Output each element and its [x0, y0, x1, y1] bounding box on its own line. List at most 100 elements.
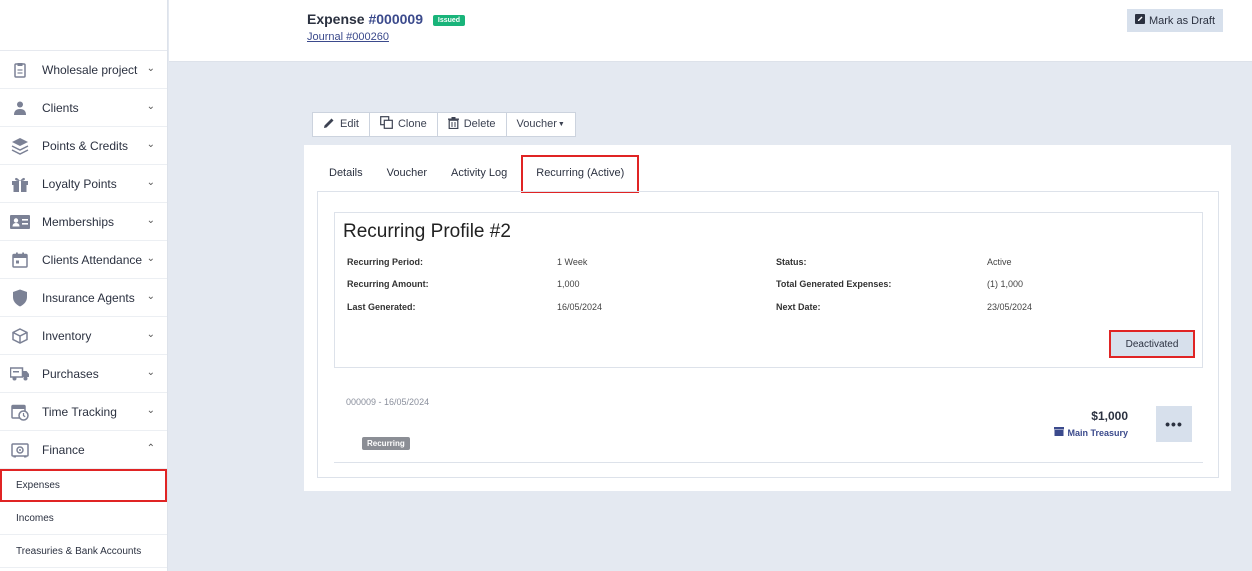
tab-voucher[interactable]: Voucher — [375, 155, 439, 193]
sidebar-subitem-incomes[interactable]: Incomes — [0, 502, 167, 535]
box-icon — [10, 326, 30, 346]
delete-label: Delete — [463, 118, 496, 130]
sidebar-item-finance[interactable]: Finance ⌃ — [0, 431, 167, 469]
sidebar-item-purchases[interactable]: Purchases ⌄ — [0, 355, 167, 393]
chevron-up-icon: ⌃ — [146, 443, 155, 454]
sidebar-item-loyalty-points[interactable]: Loyalty Points ⌄ — [0, 165, 167, 203]
mark-as-draft-button[interactable]: Mark as Draft — [1126, 9, 1223, 32]
voucher-label: Voucher — [516, 118, 557, 130]
sidebar-top — [0, 0, 167, 51]
expense-card: Edit Clone Delete Voucher ▼ Details Vouc… — [304, 103, 1231, 491]
clone-icon — [380, 116, 393, 132]
sidebar-item-label: Clients — [42, 100, 79, 115]
status-label: Status: — [776, 257, 807, 267]
page-title: Expense #000009 Issued — [307, 11, 466, 27]
user-icon — [10, 98, 30, 118]
pencil-icon — [323, 117, 335, 132]
delete-button[interactable]: Delete — [436, 111, 507, 137]
last-generated-label: Last Generated: — [347, 302, 416, 312]
sidebar-item-label: Clients Attendance — [42, 252, 143, 267]
page-header: Expense #000009 Issued Journal #000260 M… — [169, 0, 1252, 62]
sidebar-item-insurance-agents[interactable]: Insurance Agents ⌄ — [0, 279, 167, 317]
treasury-info: Main Treasury — [1054, 427, 1128, 438]
edit-square-icon — [1134, 14, 1145, 27]
action-toolbar: Edit Clone Delete Voucher ▼ — [304, 103, 1231, 145]
total-generated-value: (1) 1,000 — [987, 279, 1024, 289]
sidebar-item-inventory[interactable]: Inventory ⌄ — [0, 317, 167, 355]
sidebar-item-label: Inventory — [42, 328, 92, 343]
tab-content: Recurring Profile #2 Recurring Period: 1… — [317, 191, 1219, 478]
sidebar-item-label: Finance — [42, 442, 85, 457]
clone-button[interactable]: Clone — [368, 111, 438, 137]
chevron-down-icon: ⌄ — [146, 215, 155, 226]
expense-amount: $1,000 — [1091, 409, 1128, 423]
recurring-badge: Recurring — [362, 437, 410, 450]
journal-link[interactable]: Journal #000260 — [307, 31, 389, 43]
chevron-down-icon: ⌄ — [146, 367, 155, 378]
edit-button[interactable]: Edit — [312, 111, 370, 137]
deactivate-button[interactable]: Deactivated — [1109, 330, 1195, 358]
expense-ref: 000009 - 16/05/2024 — [346, 397, 430, 407]
tabs: Details Voucher Activity Log Recurring (… — [317, 155, 640, 193]
layers-icon — [10, 136, 30, 156]
sidebar-item-memberships[interactable]: Memberships ⌄ — [0, 203, 167, 241]
calendar-clock-icon — [10, 402, 30, 422]
sidebar-item-time-tracking[interactable]: Time Tracking ⌄ — [0, 393, 167, 431]
chevron-down-icon: ⌄ — [146, 405, 155, 416]
profile-title: Recurring Profile #2 — [343, 221, 511, 242]
sidebar-subitem-treasuries[interactable]: Treasuries & Bank Accounts — [0, 535, 167, 568]
trash-icon — [447, 116, 459, 132]
total-generated-label: Total Generated Expenses: — [776, 279, 892, 289]
tab-details[interactable]: Details — [317, 155, 375, 193]
sidebar-item-clients-attendance[interactable]: Clients Attendance ⌄ — [0, 241, 167, 279]
tab-activity-log[interactable]: Activity Log — [439, 155, 519, 193]
sidebar-item-label: Purchases — [42, 366, 99, 381]
sidebar-item-wholesale-project[interactable]: Wholesale project ⌄ — [0, 51, 167, 89]
sidebar: Wholesale project ⌄ Clients ⌄ Points & C… — [0, 0, 168, 571]
sidebar-item-label: Loyalty Points — [42, 176, 117, 191]
treasury-name: Main Treasury — [1067, 427, 1128, 438]
safe-icon — [10, 440, 30, 460]
chevron-down-icon: ⌄ — [146, 63, 155, 74]
recurring-amount-value: 1,000 — [557, 279, 580, 289]
recurring-profile-panel: Recurring Profile #2 Recurring Period: 1… — [334, 212, 1203, 368]
gift-icon — [10, 174, 30, 194]
recurring-period-value: 1 Week — [557, 257, 588, 267]
chevron-down-icon: ⌄ — [146, 329, 155, 340]
truck-icon — [10, 364, 30, 384]
id-card-icon — [10, 212, 30, 232]
sidebar-item-clients[interactable]: Clients ⌄ — [0, 89, 167, 127]
shield-icon — [10, 288, 30, 308]
chevron-down-icon: ⌄ — [146, 177, 155, 188]
generated-expense-row[interactable]: 000009 - 16/05/2024 Recurring $1,000 Mai… — [334, 383, 1203, 463]
chevron-down-icon: ⌄ — [146, 101, 155, 112]
caret-down-icon: ▼ — [557, 120, 565, 128]
edit-label: Edit — [340, 118, 359, 130]
chevron-down-icon: ⌄ — [146, 291, 155, 302]
voucher-dropdown[interactable]: Voucher ▼ — [505, 111, 576, 137]
sidebar-item-label: Wholesale project — [42, 62, 138, 77]
recurring-amount-label: Recurring Amount: — [347, 279, 429, 289]
sidebar-subitem-expenses[interactable]: Expenses — [0, 469, 167, 502]
mark-as-draft-label: Mark as Draft — [1148, 14, 1215, 27]
chevron-down-icon: ⌄ — [146, 253, 155, 264]
expense-number: #000009 — [368, 11, 423, 27]
sidebar-item-points-credits[interactable]: Points & Credits ⌄ — [0, 127, 167, 165]
bank-icon — [1054, 427, 1065, 438]
clipboard-icon — [10, 60, 30, 80]
more-actions-button[interactable]: ••• — [1156, 406, 1192, 442]
sidebar-item-label: Memberships — [42, 214, 115, 229]
sidebar-item-label: Time Tracking — [42, 404, 117, 419]
calendar-icon — [10, 250, 30, 270]
recurring-period-label: Recurring Period: — [347, 257, 424, 267]
tab-recurring[interactable]: Recurring (Active) — [521, 155, 640, 193]
title-prefix: Expense — [307, 11, 365, 27]
status-value: Active — [987, 257, 1012, 267]
status-badge: Issued — [432, 14, 466, 26]
last-generated-value: 16/05/2024 — [557, 302, 603, 312]
next-date-label: Next Date: — [776, 302, 821, 312]
sidebar-item-label: Insurance Agents — [42, 290, 135, 305]
clone-label: Clone — [397, 118, 427, 130]
sidebar-item-label: Points & Credits — [42, 138, 129, 153]
chevron-down-icon: ⌄ — [146, 139, 155, 150]
